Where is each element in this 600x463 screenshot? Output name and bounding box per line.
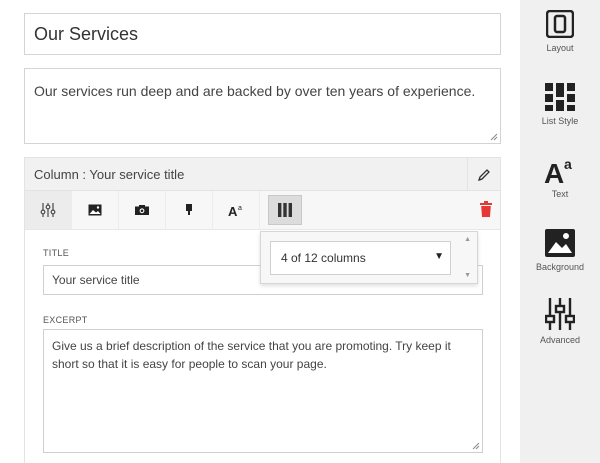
sidebar-label-list-style: List Style [541,116,579,126]
dropdown-arrow-icon: ▼ [434,251,444,262]
image-tool-button[interactable] [72,191,119,229]
background-icon [544,227,576,259]
column-panel: Column : Your service title Aa TITLE You… [24,157,501,463]
scroll-down-arrow-icon[interactable]: ▼ [464,272,471,279]
trash-icon [480,201,492,217]
scroll-up-arrow-icon[interactable]: ▲ [464,236,471,243]
column-toolbar: Aa [25,191,500,230]
excerpt-textarea[interactable]: Give us a brief description of the servi… [43,329,483,453]
sidebar-label-advanced: Advanced [539,335,581,345]
settings-tool-button[interactable] [25,191,72,229]
sidebar-item-advanced[interactable]: Advanced [520,297,600,363]
section-title-input[interactable]: Our Services [24,13,501,55]
delete-column-button[interactable] [480,201,492,222]
columns-tool-button[interactable] [261,191,308,229]
text-format-tool-button[interactable]: Aa [213,191,260,229]
columns-icon [277,203,292,217]
sidebar-item-background[interactable]: Background [520,224,600,290]
column-width-selected: 4 of 12 columns [281,251,366,265]
brush-tool-button[interactable] [166,191,213,229]
brush-icon [186,204,192,215]
sidebar-label-background: Background [535,262,585,272]
text-icon: Aa [544,154,576,186]
svg-text:a: a [564,156,572,172]
camera-icon [135,205,149,215]
svg-text:A: A [228,204,238,217]
advanced-icon [544,298,576,330]
editor-panel: Our Services Our services run deep and a… [0,0,520,463]
list-style-icon [544,81,576,113]
column-header: Column : Your service title [25,158,500,191]
image-icon [88,204,102,216]
edit-column-button[interactable] [467,158,500,191]
text-format-icon: Aa [228,204,242,217]
column-width-select[interactable]: 4 of 12 columns ▼ [270,241,451,275]
sidebar-label-layout: Layout [546,43,574,53]
excerpt-text: Give us a brief description of the servi… [52,339,451,371]
resize-grip-icon[interactable] [472,442,480,450]
sidebar-item-layout[interactable]: Layout [520,5,600,71]
sidebar-item-text[interactable]: Aa Text [520,151,600,217]
columns-tool-active [267,195,302,225]
excerpt-field-label: EXCERPT [43,315,88,325]
camera-tool-button[interactable] [119,191,166,229]
svg-text:a: a [238,205,242,212]
pencil-icon [477,168,490,181]
sliders-icon [40,203,56,217]
svg-text:A: A [544,158,564,184]
settings-sidebar: Layout List Style Aa Text Background Adv… [520,0,600,463]
layout-icon [544,8,576,40]
sidebar-label-text: Text [551,189,569,199]
columns-popover: ▲ 4 of 12 columns ▼ ▼ [260,231,478,284]
section-description-textarea[interactable]: Our services run deep and are backed by … [24,68,501,144]
column-title: Column : Your service title [34,167,185,182]
description-text: Our services run deep and are backed by … [34,83,476,99]
sidebar-item-list-style[interactable]: List Style [520,78,600,144]
resize-grip-icon[interactable] [490,133,498,141]
